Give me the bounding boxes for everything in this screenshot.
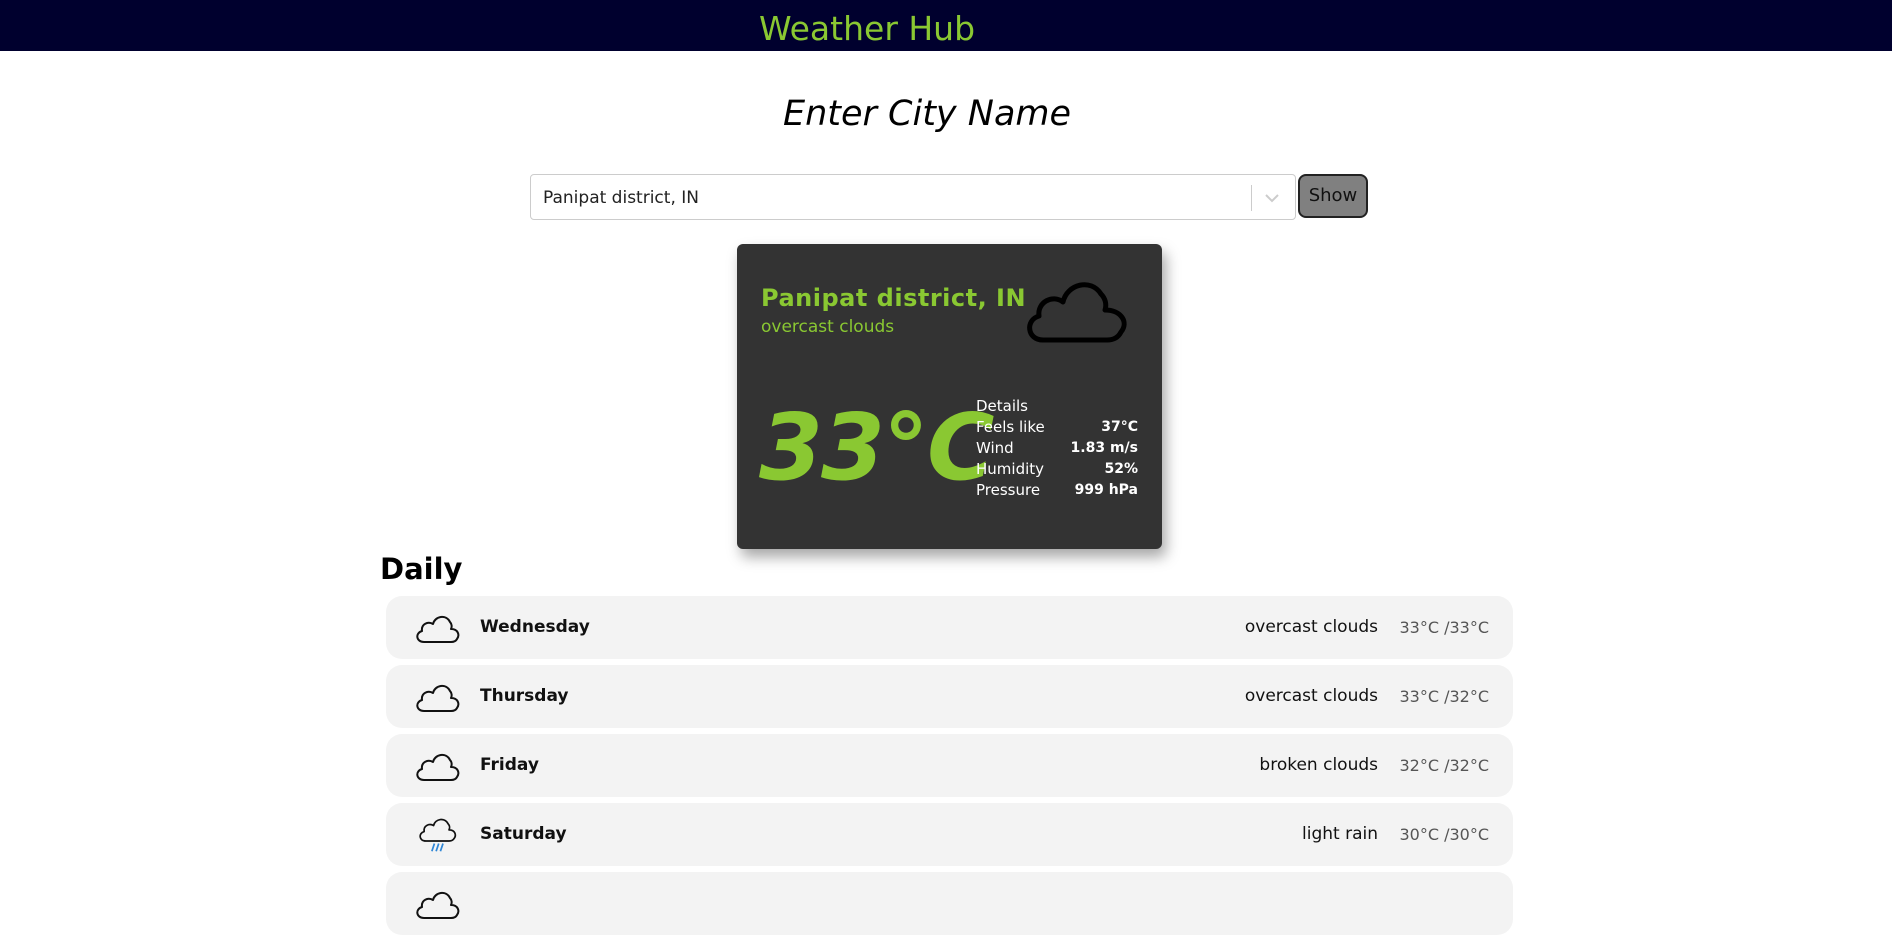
detail-value: 1.83 m/s	[1070, 440, 1138, 456]
daily-condition: overcast clouds	[1244, 617, 1378, 637]
daily-row-thursday[interactable]: Thursday overcast clouds 33°C /32°C	[386, 665, 1513, 728]
daily-row-wednesday[interactable]: Wednesday overcast clouds 33°C /33°C	[386, 596, 1513, 659]
show-button[interactable]: Show	[1298, 174, 1368, 218]
daily-row-saturday[interactable]: Saturday light rain 30°C /30°C	[386, 803, 1513, 866]
daily-day: Saturday	[480, 824, 567, 844]
daily-temp-range: 30°C /30°C	[1399, 825, 1489, 844]
detail-label: Humidity	[976, 460, 1045, 478]
detail-label: Pressure	[976, 481, 1041, 499]
current-description: overcast clouds	[761, 317, 895, 337]
daily-temp-range: 33°C /33°C	[1399, 618, 1489, 637]
detail-row-pressure: Pressure 999 hPa	[976, 480, 1138, 501]
page-heading: Enter City Name	[782, 94, 1072, 134]
current-temperature: 33°C	[759, 394, 995, 501]
cloud-icon	[416, 892, 460, 919]
detail-value: 52%	[1104, 461, 1138, 477]
details-panel: Details Feels like 37°C Wind 1.83 m/s Hu…	[976, 396, 1138, 501]
daily-day: Thursday	[480, 686, 569, 706]
cloud-icon	[416, 754, 460, 781]
daily-day: Wednesday	[480, 617, 590, 637]
daily-condition: broken clouds	[1259, 755, 1378, 775]
detail-row-wind: Wind 1.83 m/s	[976, 438, 1138, 459]
daily-temp-range: 33°C /32°C	[1399, 687, 1489, 706]
selected-city-value: Panipat district, IN	[543, 188, 699, 208]
detail-row-feels-like: Feels like 37°C	[976, 417, 1138, 438]
rain-cloud-icon	[419, 818, 457, 852]
app-title: Weather Hub	[758, 9, 976, 48]
daily-heading: Daily	[380, 552, 463, 586]
daily-forecast-list: Wednesday overcast clouds 33°C /33°C Thu…	[386, 596, 1513, 941]
current-weather-card: Panipat district, IN overcast clouds 33°…	[737, 244, 1162, 549]
cloud-icon	[416, 616, 460, 643]
daily-row-friday[interactable]: Friday broken clouds 32°C /32°C	[386, 734, 1513, 797]
daily-temp-range: 32°C /32°C	[1399, 756, 1489, 775]
detail-value: 37°C	[1101, 419, 1138, 435]
detail-label: Wind	[976, 439, 1014, 457]
detail-label: Feels like	[976, 418, 1045, 436]
daily-day: Friday	[480, 755, 539, 775]
detail-value: 999 hPa	[1074, 482, 1138, 498]
cloud-icon	[1027, 282, 1127, 343]
current-city: Panipat district, IN	[761, 284, 1027, 312]
daily-condition: overcast clouds	[1244, 686, 1378, 706]
daily-condition: light rain	[1302, 824, 1378, 844]
detail-row-humidity: Humidity 52%	[976, 459, 1138, 480]
chevron-down-icon[interactable]	[1261, 187, 1283, 209]
top-navbar: Weather Hub	[0, 0, 1892, 51]
cloud-icon	[416, 685, 460, 712]
select-separator	[1251, 185, 1252, 211]
details-heading: Details	[976, 397, 1029, 415]
city-search-select[interactable]: Panipat district, IN	[530, 174, 1296, 220]
daily-row-partial[interactable]	[386, 872, 1513, 935]
